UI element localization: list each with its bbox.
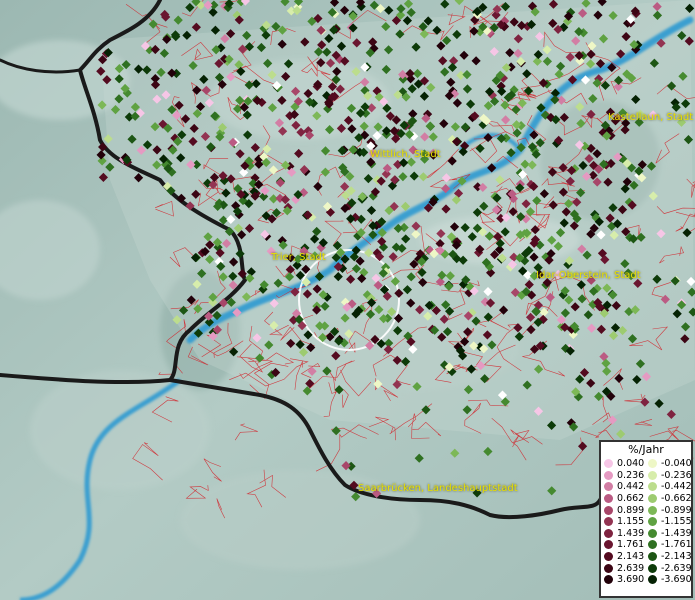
legend-entry-negative: -3.690 [648,574,692,585]
legend-value: 0.040 [617,458,645,470]
legend-value: -0.236 [661,469,692,481]
legend-swatch [648,470,657,480]
legend-entry-negative: -2.639 [648,563,692,574]
legend-value: -0.442 [661,481,692,493]
legend-entry-negative: -0.442 [648,481,692,492]
legend-rows: 0.040 -0.040 0.236 -0.236 0.442 -0.442 0.662 -0… [604,458,692,586]
legend-value: -2.639 [661,562,692,574]
legend-value: 2.143 [617,551,645,563]
legend-value: -0.662 [661,493,692,505]
legend-entry-positive: 0.662 [604,493,648,504]
legend-row: 0.040 -0.040 [604,458,692,470]
legend-value: 0.236 [617,469,645,481]
city-label-wittlich: Wittlich, Stadt [370,149,441,160]
legend-value: 1.155 [617,516,645,528]
legend-entry-positive: 2.143 [604,551,648,562]
legend-value: -0.040 [661,458,692,470]
legend-swatch [604,482,613,492]
legend-value: -1.761 [661,539,692,551]
legend-swatch [648,494,657,504]
legend-entry-negative: -0.662 [648,493,692,504]
legend-entry-positive: 0.236 [604,470,648,481]
legend-swatch [604,552,613,562]
legend-value: 1.761 [617,539,645,551]
legend-row: 1.155 -1.155 [604,516,692,528]
legend-swatch [648,517,657,527]
legend-value: -2.143 [661,551,692,563]
legend-row: 0.662 -0.662 [604,493,692,505]
legend-swatch [604,563,613,573]
legend-swatch [648,540,657,550]
legend-entry-positive: 0.040 [604,458,648,469]
legend-entry-negative: -1.439 [648,528,692,539]
legend-value: 0.662 [617,493,645,505]
legend-value: 1.439 [617,527,645,539]
legend-swatch [604,459,613,469]
legend-entry-negative: -0.236 [648,470,692,481]
legend-row: 2.639 -2.639 [604,562,692,574]
legend-entry-positive: 0.899 [604,505,648,516]
legend-swatch [648,505,657,515]
city-label-idar-oberstein: Idar-Oberstein, Stadt [536,270,641,281]
city-label-saarbruecken: Saarbrücken, Landeshauptstadt [358,483,518,494]
legend-row: 2.143 -2.143 [604,551,692,563]
legend-value: -1.155 [661,516,692,528]
legend-entry-positive: 0.442 [604,481,648,492]
legend-value: -3.690 [661,574,692,586]
legend-swatch [648,552,657,562]
legend-value: -0.899 [661,504,692,516]
legend-value: 3.690 [617,574,645,586]
legend-swatch [648,575,657,585]
legend-swatch [648,459,657,469]
legend-entry-positive: 1.439 [604,528,648,539]
city-label-kastellaun: Kastellaun, Stadt [608,112,694,123]
legend-row: 1.439 -1.439 [604,528,692,540]
legend-swatch [648,528,657,538]
legend-row: 0.236 -0.236 [604,470,692,482]
legend-swatch [604,540,613,550]
legend-value: -1.439 [661,527,692,539]
legend-entry-negative: -0.899 [648,505,692,516]
legend-swatch [604,505,613,515]
legend-swatch [604,575,613,585]
legend-row: 1.761 -1.761 [604,539,692,551]
legend-value: 0.899 [617,504,645,516]
legend-entry-negative: -1.155 [648,516,692,527]
legend-swatch [648,482,657,492]
legend-entry-positive: 1.761 [604,539,648,550]
legend-title: %/Jahr [628,443,664,456]
legend-entry-negative: -1.761 [648,539,692,550]
legend-swatch [648,563,657,573]
city-label-trier: Trier, Stadt [271,252,326,263]
legend-swatch [604,494,613,504]
legend-row: 0.442 -0.442 [604,481,692,493]
legend-entry-positive: 1.155 [604,516,648,527]
legend-entry-negative: -2.143 [648,551,692,562]
legend-swatch [604,470,613,480]
legend-row: 0.899 -0.899 [604,504,692,516]
legend-value: 2.639 [617,562,645,574]
legend-value: 0.442 [617,481,645,493]
legend-swatch [604,528,613,538]
legend-swatch [604,517,613,527]
terrain-map[interactable] [0,0,695,600]
legend: %/Jahr 0.040 -0.040 0.236 -0.236 0.442 -0.442… [599,440,693,598]
legend-entry-negative: -0.040 [648,458,692,469]
legend-entry-positive: 2.639 [604,563,648,574]
legend-entry-positive: 3.690 [604,574,648,585]
legend-row: 3.690 -3.690 [604,574,692,586]
